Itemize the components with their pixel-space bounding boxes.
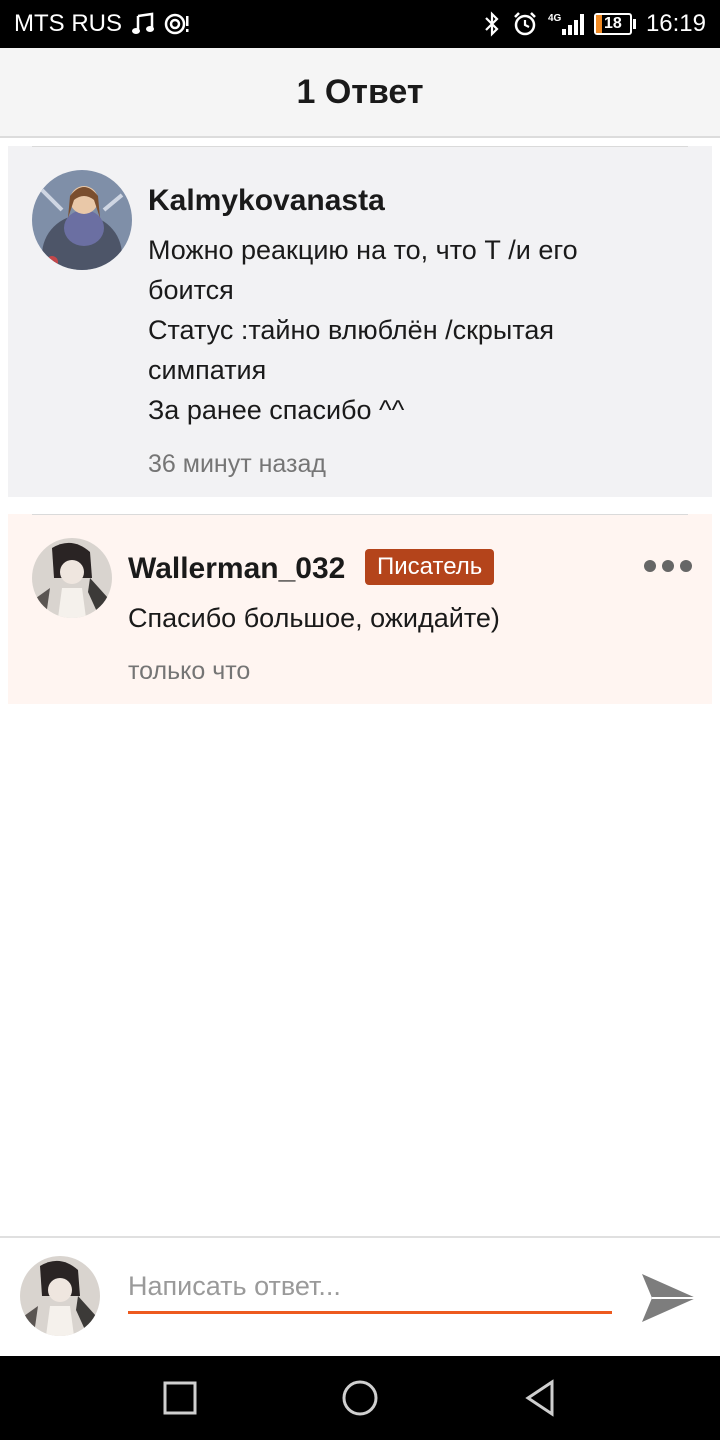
comment: Kalmykovanasta Можно реакцию на то, что … xyxy=(8,146,712,497)
music-note-icon xyxy=(132,10,154,38)
triangle-back-icon xyxy=(525,1379,554,1417)
signal-icon: 4G xyxy=(548,10,584,38)
dot-icon xyxy=(644,560,656,572)
hotspot-icon xyxy=(164,10,190,38)
avatar[interactable] xyxy=(32,538,112,618)
network-type-label: 4G xyxy=(548,13,562,24)
comment-text: Можно реакцию на то, что Т /и его боится… xyxy=(148,230,578,430)
clock: 16:19 xyxy=(645,10,706,37)
circle-icon xyxy=(342,1380,378,1416)
square-icon xyxy=(163,1381,197,1415)
comment-author[interactable]: Wallerman_032 xyxy=(128,552,345,586)
comment-line: симпатия xyxy=(148,355,267,385)
page-title: 1 Ответ xyxy=(296,72,424,111)
more-options-button[interactable] xyxy=(644,560,692,572)
send-icon xyxy=(642,1274,696,1322)
reply-bar xyxy=(0,1236,720,1356)
battery-fill xyxy=(595,15,603,33)
battery-icon: 18 xyxy=(593,13,636,35)
writer-badge: Писатель xyxy=(365,549,495,585)
carrier-label: MTS RUS xyxy=(14,10,122,37)
back-button[interactable] xyxy=(520,1378,560,1418)
comment-text: Спасибо большое, ожидайте) xyxy=(128,603,500,633)
navigation-bar xyxy=(0,1356,720,1440)
header: 1 Ответ xyxy=(0,48,720,138)
dot-icon xyxy=(662,560,674,572)
comment-line: Можно реакцию на то, что Т /и его xyxy=(148,235,578,265)
avatar[interactable] xyxy=(32,170,132,270)
comment-line: Статус :тайно влюблён /скрытая xyxy=(148,315,555,345)
send-button[interactable] xyxy=(640,1268,700,1328)
home-button[interactable] xyxy=(340,1378,380,1418)
bluetooth-icon xyxy=(482,10,502,38)
battery-percent: 18 xyxy=(604,15,622,32)
reply-input[interactable] xyxy=(128,1262,612,1314)
divider xyxy=(32,146,688,147)
reply-comment: Wallerman_032 Писатель Спасибо большое, … xyxy=(8,514,712,704)
comment-time: 36 минут назад xyxy=(148,450,326,478)
comment-time: только что xyxy=(128,657,251,685)
dot-icon xyxy=(680,560,692,572)
alarm-icon xyxy=(512,10,538,38)
comment-line: боится xyxy=(148,275,234,305)
status-bar: MTS RUS 4G 18 16:19 xyxy=(0,0,720,48)
comment-line: За ранее спасибо ^^ xyxy=(148,395,405,425)
comment-author[interactable]: Kalmykovanasta xyxy=(148,184,385,218)
my-avatar xyxy=(20,1256,100,1336)
recent-apps-button[interactable] xyxy=(160,1378,200,1418)
divider xyxy=(32,514,688,515)
